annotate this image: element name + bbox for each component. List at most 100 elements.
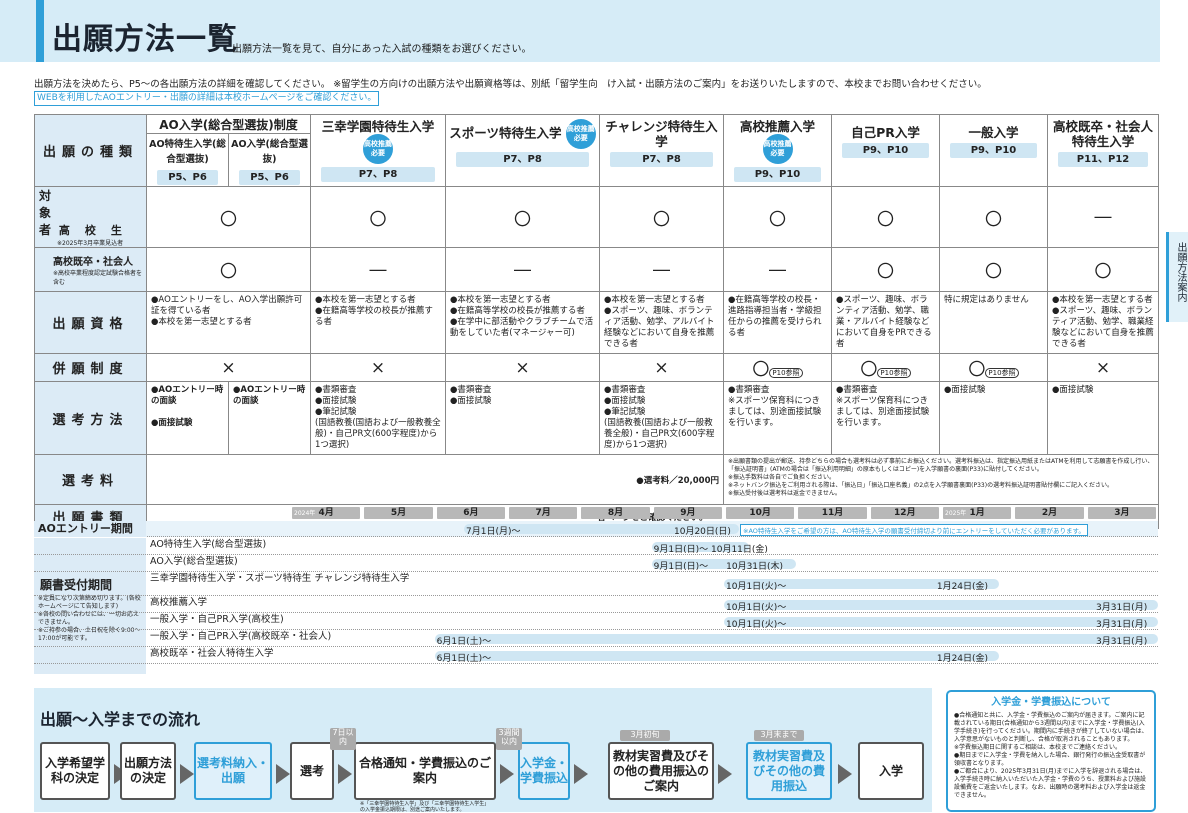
ao-entry-note: ※AO特待生入学をご希望の方は、AO特待生入学の願書受付締切より前にエントリーを… <box>740 524 1088 536</box>
method-challenge: ●書類審査 ●面接試験 ●筆記試験 (国語教養(国語および一般教養全般)・自己P… <box>599 381 724 455</box>
target-b-adult: 〇 <box>1047 247 1159 292</box>
fee-info-title: 入学金・学費振込について <box>991 697 1111 708</box>
recommendation-badge: 高校推薦必要 <box>363 134 393 164</box>
col-adult: 高校既卒・社会人特待生入学 P11、P12 <box>1047 114 1159 187</box>
page-title: 出願方法一覧 <box>52 22 238 57</box>
target-b-selfpr: 〇 <box>831 247 940 292</box>
web-info-link[interactable]: WEBを利用したAOエントリー・出願の詳細は本校ホームページをご確認ください。 <box>34 91 380 106</box>
row-header-target-a: 対象者 高 校 生 ※2025年3月卒業見込者 <box>34 186 147 248</box>
application-methods-table: 出願の種類 AO入学(総合型選抜)制度 AO特待生入学(総合型選抜) P5、P6 … <box>34 114 1159 529</box>
step-enroll: 入学 <box>858 742 924 800</box>
schedule-period-bar <box>724 616 1158 627</box>
step-acceptance-notice: 合格通知・学費振込のご案内 <box>354 742 496 800</box>
intro-text: 出願方法を決めたら、P5〜の各出願方法の詳細を確認してください。 ※留学生の方向… <box>34 78 1134 106</box>
schedule-start-text: 10月1日(火)〜 <box>726 582 787 592</box>
step-material-payment: 教材実習費及びその他の費用振込 <box>746 742 832 800</box>
method-sanko: ●書類審査 ●面接試験 ●筆記試験 (国語教養(国語および一般教養全般)・自己P… <box>310 381 446 455</box>
row-header-type: 出願の種類 <box>34 114 147 187</box>
tag-7days: 7日以内 <box>330 728 356 750</box>
combined-challenge: × <box>599 353 724 382</box>
row-header-method: 選考方法 <box>34 381 147 455</box>
schedule-timeline: 4月 5月 6月 7月 8月 9月 10月 11月 12月 1月 2月 3月 2024年 2025年 AO… <box>34 504 1158 674</box>
step-selection: 選考 <box>290 742 334 800</box>
col-selfpr: 自己PR入学 P9、P10 <box>831 114 940 187</box>
method-sports: ●書類審査 ●面接試験 <box>445 381 600 455</box>
combined-recommend: 〇 P10参照 <box>723 353 832 382</box>
month-11: 2月 <box>1015 507 1084 519</box>
fee-info-text: ●合格通知と共に、入学金・学費振込のご案内が届きます。ご案内に記載されている期日… <box>954 712 1148 799</box>
ao-entry-label: AOエントリー期間 <box>34 521 146 537</box>
target-a-challenge: 〇 <box>599 186 724 248</box>
col-sanko: 三幸学園特待生入学 高校推薦必要 P7、P8 <box>310 114 446 187</box>
target-b-sports: ― <box>445 247 600 292</box>
recommendation-badge: 高校推薦必要 <box>762 134 793 164</box>
schedule-row-label: 三幸学園特待生入学・スポーツ特待生 チャレンジ特待生入学 <box>150 573 410 584</box>
col-challenge: チャレンジ特待生入学 P7、P8 <box>599 114 724 187</box>
schedule-row-label: 一般入学・自己PR入学(高校既卒・社会人) <box>150 631 332 642</box>
row-header-qualification: 出願資格 <box>34 291 147 354</box>
ao-entry-row: AOエントリー期間 7月1日(月)〜 10月20日(日) ※AO特待生入学をご希… <box>34 521 1158 537</box>
month-3: 6月 <box>436 507 505 519</box>
header-banner: 出願方法一覧 出願方法一覧を見て、自分にあった入試の種類をお選びください。 <box>0 0 1160 62</box>
month-7: 10月 <box>726 507 795 519</box>
tag-end-march: 3月末まで <box>754 730 804 741</box>
step-decide-dept: 入学希望学科の決定 <box>40 742 110 800</box>
qualification-selfpr: ●スポーツ、趣味、ボランティア活動、勉学、職業・アルバイト経験などにおいて自身を… <box>831 291 940 354</box>
month-5: 8月 <box>581 507 650 519</box>
schedule-start-text: 10月1日(火)〜 <box>726 602 787 613</box>
fee-info-box: 入学金・学費振込について ●合格通知と共に、入学金・学費振込のご案内が届きます。… <box>946 690 1156 812</box>
col-sports: スポーツ特待生入学 高校推薦必要 P7、P8 <box>445 114 600 187</box>
schedule-start-text: 9月1日(日)〜 10月11日(金) <box>653 544 768 555</box>
method-recommend: ●書類審査 ※スポーツ保育科につきましては、別途面接試験を行います。 <box>723 381 832 455</box>
schedule-start-text: 6月1日(土)〜 <box>436 653 492 664</box>
schedule-row: AO特待生入学(総合型選抜) 9月1日(日)〜 10月11日(金) <box>34 538 1158 555</box>
schedule-period-bar <box>434 633 1158 644</box>
month-2: 5月 <box>364 507 433 519</box>
month-6: 9月 <box>653 507 722 519</box>
schedule-period-bar <box>434 650 999 661</box>
target-a-sanko: 〇 <box>310 186 446 248</box>
year-2025: 2025年 <box>945 510 967 517</box>
schedule-row-label: 一般入学・自己PR入学(高校生) <box>150 614 284 625</box>
row-header-fee: 選考料 <box>34 454 147 505</box>
schedule-row-label: 高校既卒・社会人特待生入学 <box>150 648 274 659</box>
recommendation-badge: 高校推薦必要 <box>565 119 596 149</box>
target-b-sanko: ― <box>310 247 446 292</box>
row-header-target-b: 高校既卒・社会人 ※高校卒業程度認定試験合格者を含む <box>34 247 147 292</box>
schedule-end-text: 3月31日(月) <box>1096 636 1148 647</box>
intro-line: 出願方法を決めたら、P5〜の各出願方法の詳細を確認してください。 ※留学生の方向… <box>34 79 987 90</box>
month-9: 12月 <box>870 507 939 519</box>
schedule-row: 三幸学園特待生入学・スポーツ特待生 チャレンジ特待生入学 10月1日(火)〜 1月2… <box>34 572 1158 596</box>
schedule-end-text: 1月24日(金) <box>936 582 989 592</box>
row-header-combined: 併願制度 <box>34 353 147 382</box>
target-a-ao: 〇 <box>146 186 311 248</box>
method-ao: ●AOエントリー時の面談 <box>228 381 311 455</box>
target-a-general: 〇 <box>939 186 1048 248</box>
schedule-row-label: AO特待生入学(総合型選抜) <box>150 539 267 550</box>
step-pay-apply: 選考料納入・出願 <box>194 742 272 800</box>
month-8: 11月 <box>798 507 867 519</box>
method-selfpr: ●書類審査 ※スポーツ保育科につきましては、別途面接試験を行います。 <box>831 381 940 455</box>
qualification-adult: ●本校を第一志望とする者 ●スポーツ、趣味、ボランティア活動、勉学、職業経験など… <box>1047 291 1159 354</box>
flow-title: 出願〜入学までの流れ <box>40 710 201 729</box>
schedule-row: 一般入学・自己PR入学(高校既卒・社会人) 6月1日(土)〜 3月31日(月) <box>34 630 1158 647</box>
tag-3weeks: 3週間以内 <box>496 728 522 750</box>
header-accent-bar <box>36 0 44 62</box>
combined-selfpr: 〇 P10参照 <box>831 353 940 382</box>
step-decide-method: 出願方法の決定 <box>120 742 176 800</box>
schedule-row-label: AO入学(総合型選抜) <box>150 556 238 567</box>
qualification-ao: ●AOエントリーをし、AO入学出願許可証を得ている者 ●本校を第一志望とする者 <box>146 291 311 354</box>
side-tab[interactable]: 出願方法案内 <box>1166 232 1188 322</box>
schedule-end-text: 3月31日(月) <box>1096 602 1148 613</box>
page-subtitle: 出願方法一覧を見て、自分にあった入試の種類をお選びください。 <box>232 44 532 55</box>
fee-notes: ※出願書類の提出が郵送、持参どちらの場合も選考料は必ず事前にお振込ください。選考… <box>723 454 1159 505</box>
target-b-ao: 〇 <box>146 247 311 292</box>
step-tuition-payment: 入学金・学費振込 <box>518 742 570 800</box>
qualification-challenge: ●本校を第一志望とする者 ●スポーツ、趣味、ボランティア活動、勉学、アルバイト経… <box>599 291 724 354</box>
schedule-row: 高校推薦入学 10月1日(火)〜 3月31日(月) <box>34 596 1158 613</box>
qualification-general: 特に規定はありません <box>939 291 1048 354</box>
schedule-start-text: 9月1日(日)〜 10月31日(木) <box>653 561 784 572</box>
year-2024: 2024年 <box>294 510 316 517</box>
method-ao-tokutai: ●AOエントリー時の面談 ●面接試験 <box>146 381 229 455</box>
target-b-challenge: ― <box>599 247 724 292</box>
